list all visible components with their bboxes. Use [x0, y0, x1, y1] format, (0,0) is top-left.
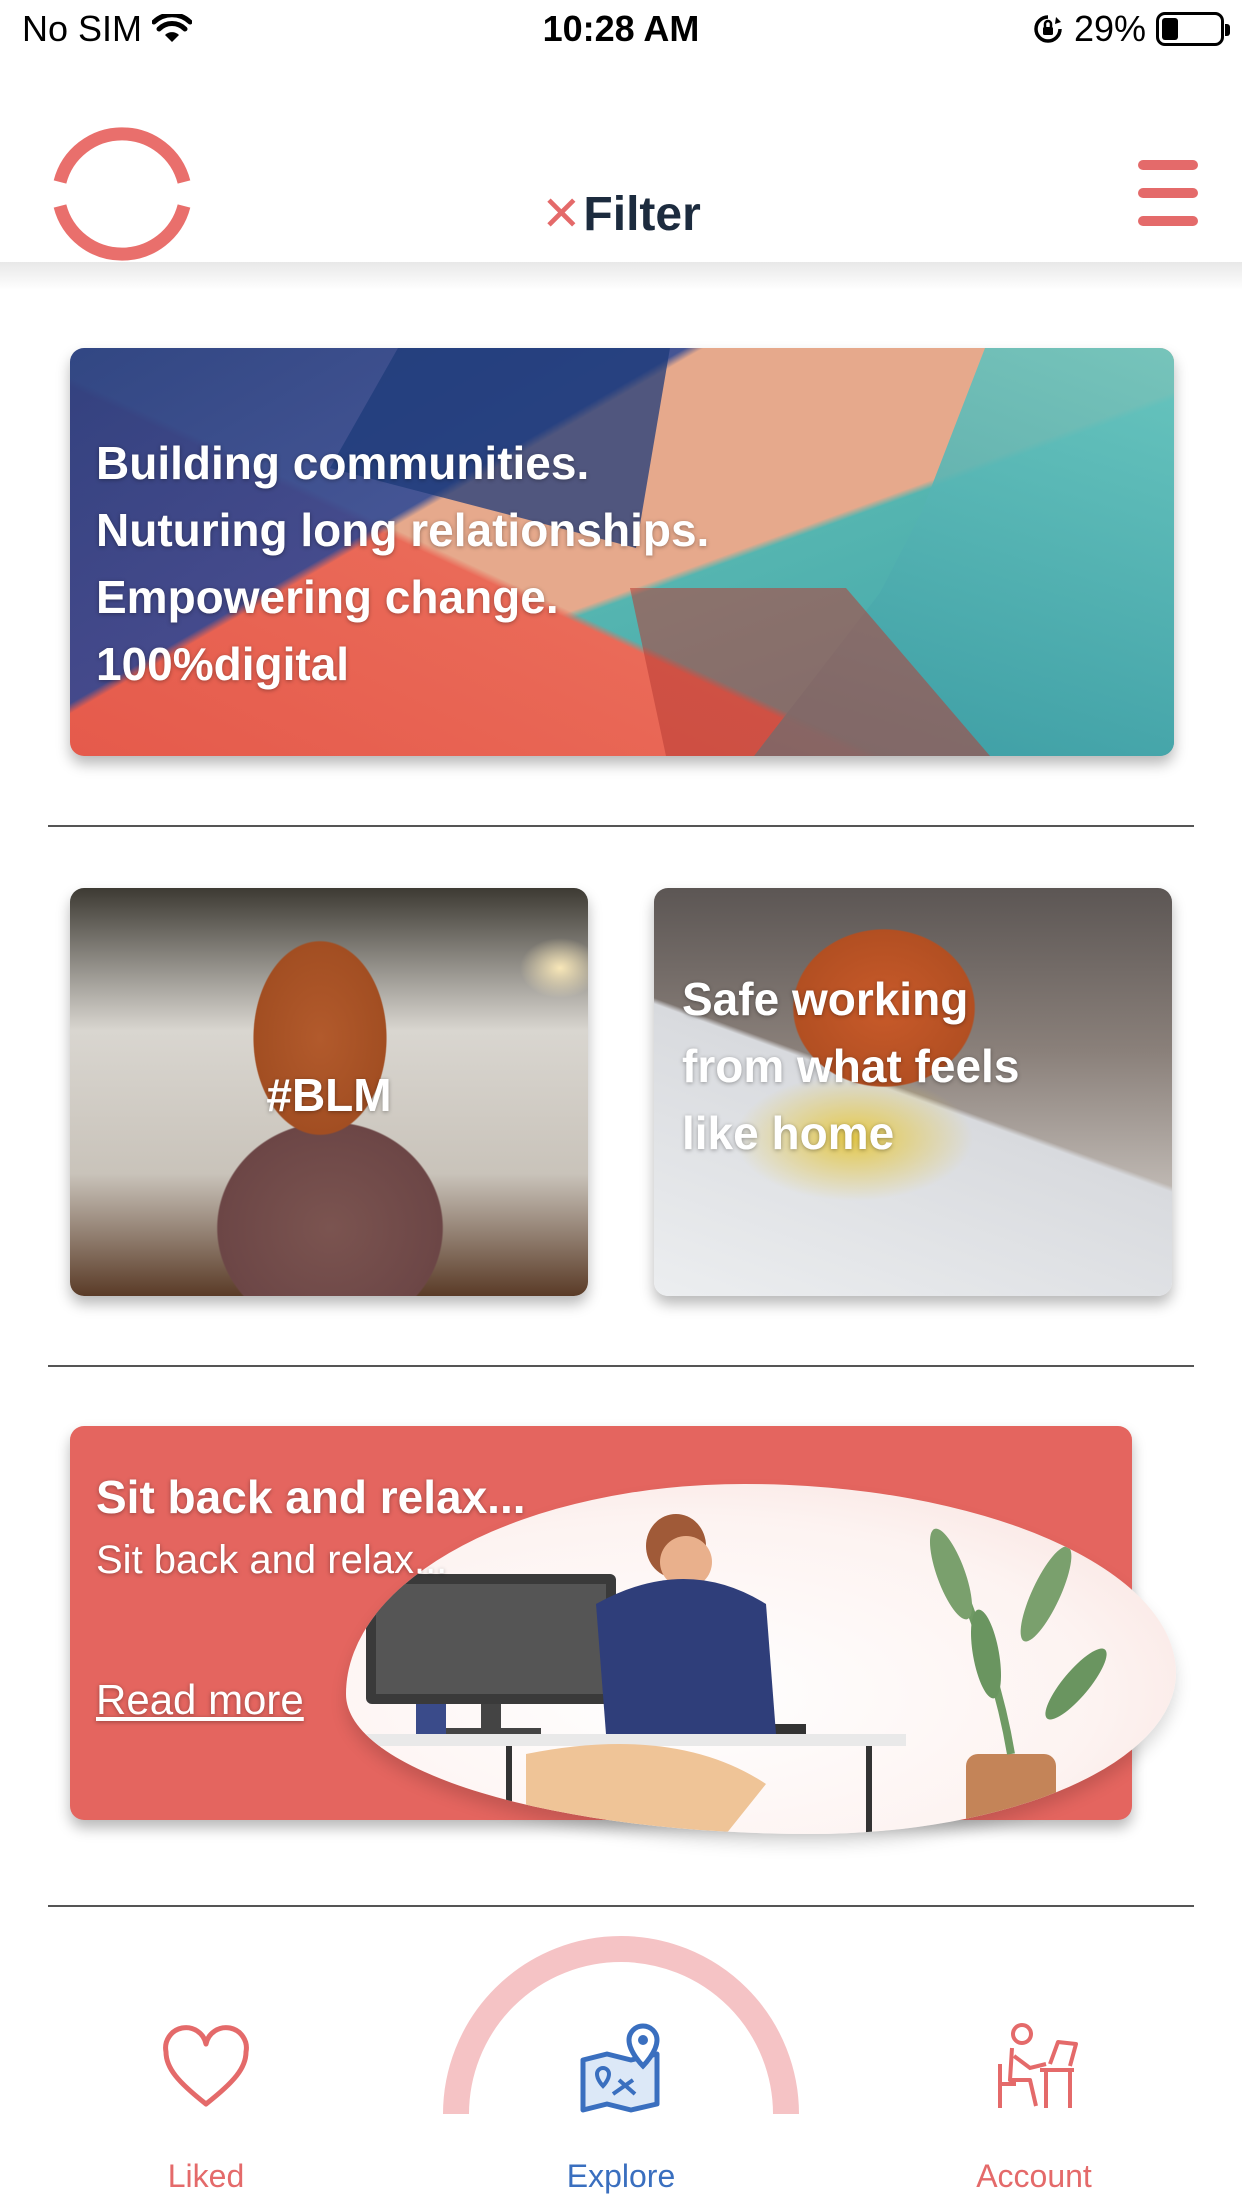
nav-account[interactable]: Account: [914, 2020, 1154, 2195]
menu-bar: [1138, 160, 1198, 170]
map-pin-icon: [580, 2023, 660, 2113]
section-divider: [48, 825, 1194, 827]
nav-liked-label: Liked: [167, 2158, 245, 2194]
nav-account-label: Account: [976, 2158, 1092, 2194]
section-divider: [48, 1365, 1194, 1367]
status-right: 29%: [1032, 8, 1230, 50]
hamburger-menu-icon[interactable]: [1138, 160, 1198, 230]
banner-line: 100%digital: [96, 638, 350, 690]
menu-bar: [1138, 188, 1198, 198]
nav-liked[interactable]: Liked: [86, 2020, 326, 2195]
nav-explore[interactable]: Explore: [501, 2020, 741, 2195]
blm-card-title: #BLM: [266, 1069, 392, 1121]
banner-line: Empowering change.: [96, 571, 559, 623]
safe-working-card[interactable]: Safe working from what feels like home: [654, 888, 1172, 1296]
filter-button[interactable]: ✕Filter: [0, 186, 1242, 242]
battery-percent: 29%: [1073, 8, 1146, 49]
relax-illustration: [346, 1484, 1176, 1834]
battery-icon: [1156, 12, 1230, 46]
section-divider: [48, 1905, 1194, 1907]
menu-bar: [1138, 216, 1198, 226]
promo-title: Sit back and relax...: [96, 1471, 526, 1523]
safe-working-card-title: Safe working from what feels like home: [682, 973, 1020, 1159]
banner-line: Nuturing long relationships.: [96, 504, 710, 556]
banner-card[interactable]: Building communities. Nuturing long rela…: [70, 348, 1174, 756]
banner-line: Building communities.: [96, 437, 590, 489]
bottom-nav: Liked Explore Account: [0, 1920, 1242, 2208]
filter-label: Filter: [583, 188, 701, 241]
banner-text: Building communities. Nuturing long rela…: [96, 430, 709, 698]
battery-level: [1162, 18, 1178, 40]
app-header: ✕Filter: [0, 64, 1242, 264]
status-bar: No SIM 10:28 AM 29%: [0, 0, 1242, 64]
close-icon[interactable]: ✕: [541, 188, 581, 241]
person-at-desk-icon: [998, 2023, 1078, 2108]
nav-explore-label: Explore: [566, 2158, 676, 2194]
relax-promo-card[interactable]: Sit back and relax... Sit back and relax…: [70, 1426, 1176, 1834]
blm-card[interactable]: #BLM: [70, 888, 588, 1296]
promo-subtitle: Sit back and relax...: [96, 1538, 448, 1582]
orientation-lock-icon: [1034, 15, 1062, 43]
read-more-link[interactable]: Read more: [96, 1676, 304, 1724]
header-shadow: [0, 262, 1242, 290]
person-at-desk-illustration: [346, 1514, 1107, 1834]
heart-icon: [163, 2025, 249, 2107]
